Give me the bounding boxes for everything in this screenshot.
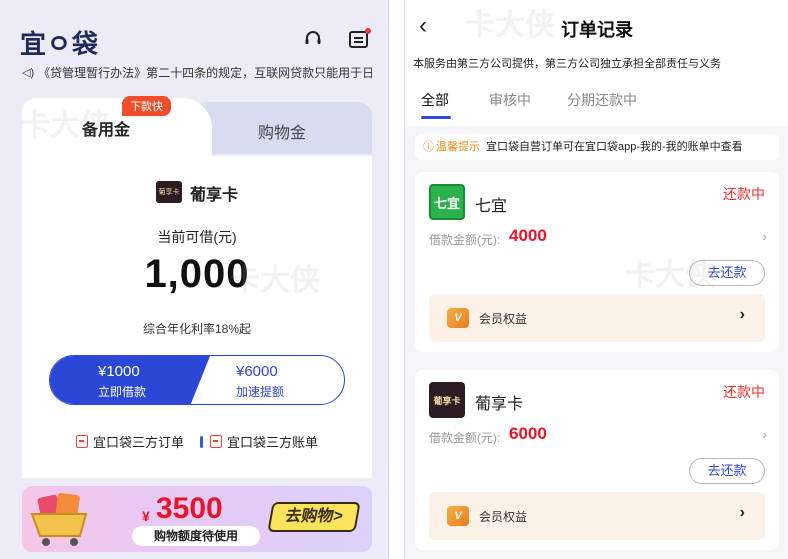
chevron-right-icon: › (739, 306, 745, 323)
unread-dot (365, 28, 371, 34)
repay-button[interactable]: 去还款 (689, 260, 765, 286)
page-title: 订单记录 (561, 20, 633, 40)
disclaimer-text: 本服务由第三方公司提供，第三方公司独立承担全部责任与义务 (405, 52, 788, 80)
go-shopping-button[interactable]: 去购物> (267, 502, 361, 532)
loan-amount-label: 借款金额(元): (429, 233, 501, 247)
product-tabs: 购物金 备用金 下款快 (22, 96, 372, 156)
order-status: 还款中 (723, 384, 765, 400)
tab-all[interactable]: 全部 (421, 90, 449, 110)
order-records-panel: ‹ 订单记录 本服务由第三方公司提供，第三方公司独立承担全部责任与义务 全部 审… (404, 0, 788, 559)
borrow-split-button: ¥1000 立即借款 ¥6000 加速提额 (49, 355, 345, 405)
order-card[interactable]: 葡享卡 葡享卡 还款中 借款金额(元): 6000 › 去还款 V 会员权益 › (415, 370, 779, 550)
available-credit-label: 当前可借(元) (157, 229, 237, 245)
loan-amount: 6000 (509, 424, 547, 443)
shopping-cart-icon (30, 493, 88, 546)
boost-amount: ¥6000 (236, 363, 278, 380)
app-logo: 宜ㅇ袋 (20, 29, 99, 59)
product-logo: 葡享卡 (156, 181, 182, 203)
order-status-tabs: 全部 审核中 分期还款中 (405, 80, 788, 126)
third-party-orders-label: 宜口袋三方订单 (92, 435, 184, 450)
message-icon[interactable] (349, 28, 371, 48)
third-party-bills-label: 宜口袋三方账单 (227, 435, 319, 450)
order-status: 还款中 (723, 186, 765, 202)
tip-key: 温馨提示 (436, 141, 480, 153)
credit-card-panel: 葡享卡 葡享卡 当前可借(元) 1,000 综合年化利率18%起 ¥1000 立… (22, 156, 372, 478)
chevron-right-icon: › (739, 504, 745, 521)
order-card[interactable]: 七宜 七宜 还款中 借款金额(元): 4000 › 去还款 V 会员权益 › (415, 172, 779, 352)
divider-bar-icon (200, 435, 203, 448)
lender-logo: 葡享卡 (429, 382, 465, 418)
third-party-links: 宜口袋三方订单 宜口袋三方账单 (22, 432, 372, 451)
loan-amount: 4000 (509, 226, 547, 245)
repay-button[interactable]: 去还款 (689, 458, 765, 484)
tab-reserve-fund-label: 备用金 (82, 122, 131, 139)
chevron-right-icon[interactable]: › (762, 426, 767, 442)
tab-reserve-fund[interactable]: 备用金 下款快 (22, 96, 212, 156)
borrow-now-label: 立即借款 (98, 385, 147, 399)
fast-disbursement-badge: 下款快 (122, 96, 171, 116)
notice-bar: ◁) 《贷管理暂行办法》第二十四条的规定，互联网贷款只能用于日常 (22, 62, 372, 82)
active-tab-indicator (421, 116, 451, 119)
member-benefits-label: 会员权益 (479, 510, 528, 524)
headset-icon[interactable] (302, 28, 324, 50)
speaker-icon: ◁) (22, 66, 35, 79)
tab-under-review[interactable]: 审核中 (489, 90, 531, 110)
boost-limit-button[interactable]: ¥6000 加速提额 (194, 356, 344, 404)
tab-installment-repaying[interactable]: 分期还款中 (567, 90, 637, 110)
chevron-right-icon[interactable]: › (762, 228, 767, 244)
top-bar: ‹ 订单记录 (405, 0, 788, 52)
borrow-amount: ¥1000 (98, 363, 140, 380)
banner-currency: ¥ (142, 508, 150, 524)
third-party-bills-link[interactable]: 宜口袋三方账单 (200, 432, 318, 451)
vip-icon: V (447, 506, 469, 526)
member-benefits-row[interactable]: V 会员权益 › (429, 294, 765, 342)
doc-icon (210, 435, 222, 448)
tab-shopping-fund[interactable]: 购物金 (192, 102, 372, 154)
banner-subtitle: 购物额度待使用 (132, 526, 260, 546)
member-benefits-row[interactable]: V 会员权益 › (429, 492, 765, 540)
tab-shopping-fund-label: 购物金 (257, 125, 306, 142)
warning-icon: ⓘ (423, 141, 434, 153)
boost-limit-label: 加速提额 (236, 385, 285, 399)
tip-bar: ⓘ 温馨提示 宜口袋自营订单可在宜口袋app-我的-我的账单中查看 (415, 134, 779, 160)
available-credit-amount: 1,000 (144, 252, 250, 296)
loan-home-panel: 宜ㅇ袋 ◁) 《贷管理暂行办法》第二十四条的规定，互联网贷款只能用于日常 购物金… (0, 0, 389, 559)
notice-text: 《贷管理暂行办法》第二十四条的规定，互联网贷款只能用于日常 (38, 65, 372, 80)
lender-logo: 七宜 (429, 184, 465, 220)
annual-rate-text: 综合年化利率18%起 (142, 322, 252, 336)
doc-icon (75, 435, 88, 448)
lender-name: 葡享卡 (475, 396, 524, 413)
banner-amount: 3500 (156, 492, 223, 525)
third-party-orders-link[interactable]: 宜口袋三方订单 (75, 432, 184, 451)
member-benefits-label: 会员权益 (479, 312, 528, 326)
tip-text: 宜口袋自营订单可在宜口袋app-我的-我的账单中查看 (486, 141, 743, 153)
shopping-credit-banner[interactable]: ¥ 3500 购物额度待使用 去购物> (22, 486, 372, 552)
vip-icon: V (447, 308, 469, 328)
lender-name: 七宜 (475, 198, 508, 215)
loan-amount-label: 借款金额(元): (429, 431, 501, 445)
product-name: 葡享卡 (190, 187, 239, 204)
